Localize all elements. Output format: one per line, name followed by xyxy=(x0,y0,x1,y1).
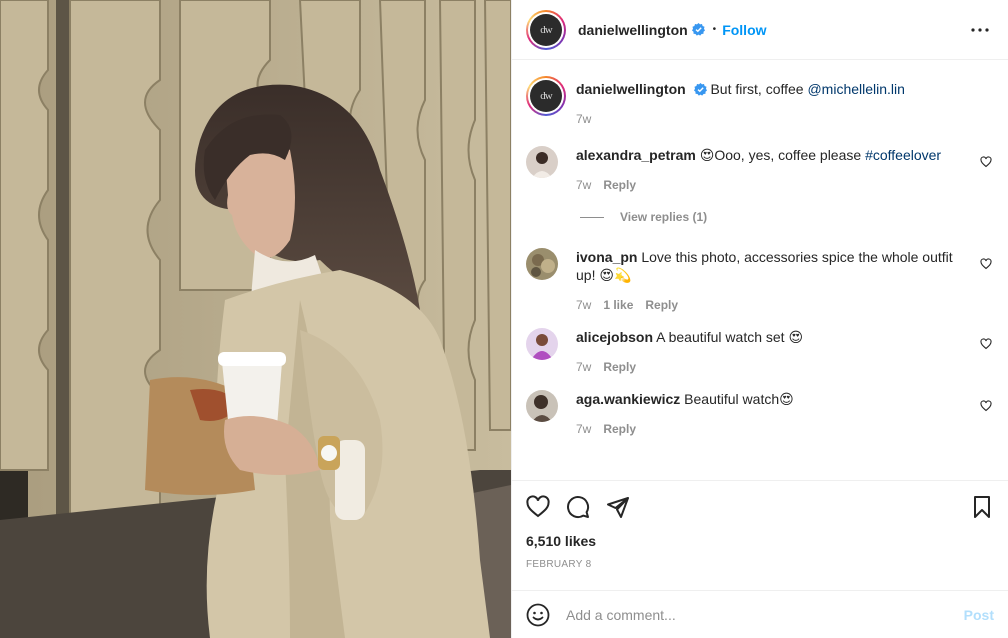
caption-timestamp: 7w xyxy=(576,112,592,126)
bookmark-icon[interactable] xyxy=(970,495,994,519)
commenter-avatar[interactable] xyxy=(526,328,558,360)
more-options-icon[interactable] xyxy=(968,18,992,42)
comment-timestamp: 7w xyxy=(576,178,592,192)
reply-button[interactable]: Reply xyxy=(603,422,636,436)
post-header: dw danielwellington • Follow xyxy=(512,0,1008,60)
comment-item: aga.wankiewicz Beautiful watch😍 7w Reply xyxy=(526,390,992,436)
post-actions: 6,510 likes FEBRUARY 8 xyxy=(512,480,1008,590)
photo-illustration xyxy=(0,0,511,638)
view-replies-label: View replies (1) xyxy=(620,210,708,224)
reply-button[interactable]: Reply xyxy=(603,360,636,374)
share-icon[interactable] xyxy=(606,495,630,519)
verified-badge-icon xyxy=(693,83,707,96)
reply-button[interactable]: Reply xyxy=(603,178,636,192)
comment-timestamp: 7w xyxy=(576,360,592,374)
commenter-avatar[interactable] xyxy=(526,146,558,178)
comment-username[interactable]: aga.wankiewicz xyxy=(576,391,680,407)
comment-username[interactable]: alicejobson xyxy=(576,329,653,345)
comment-text: 😍Ooo, yes, coffee please xyxy=(699,147,866,163)
comment-like-heart-icon[interactable] xyxy=(980,156,992,168)
follow-button[interactable]: Follow xyxy=(722,22,766,38)
emoji-icon[interactable] xyxy=(526,603,550,627)
separator-dot: • xyxy=(712,24,717,35)
author-username[interactable]: danielwellington xyxy=(578,22,688,38)
comment-item: alicejobson A beautiful watch set 😍 7w R… xyxy=(526,328,992,374)
caption-text: But first, coffee xyxy=(710,81,804,97)
comment-icon[interactable] xyxy=(566,495,590,519)
caption: dw danielwellington But first, coffee @m… xyxy=(526,76,992,126)
heart-icon[interactable] xyxy=(526,495,550,519)
commenter-avatar[interactable] xyxy=(526,390,558,422)
comment-like-heart-icon[interactable] xyxy=(980,338,992,350)
hashtag-link[interactable]: #coffeelover xyxy=(865,147,941,163)
comment-username[interactable]: alexandra_petram xyxy=(576,147,696,163)
post-details-panel: dw danielwellington • Follow dw danielwe… xyxy=(511,0,1008,638)
comment-text: A beautiful watch set 😍 xyxy=(656,329,804,345)
reply-button[interactable]: Reply xyxy=(645,298,678,312)
comment-input[interactable] xyxy=(566,606,964,623)
commenter-avatar[interactable] xyxy=(526,248,558,280)
comment-item: alexandra_petram 😍Ooo, yes, coffee pleas… xyxy=(526,146,992,192)
author-avatar[interactable]: dw xyxy=(526,9,566,50)
caption-username[interactable]: danielwellington xyxy=(576,81,686,97)
brand-logo: dw xyxy=(530,13,562,46)
comment-timestamp: 7w xyxy=(576,298,592,312)
comment-timestamp: 7w xyxy=(576,422,592,436)
post-comment-button[interactable]: Post xyxy=(964,607,994,623)
view-replies-button[interactable]: View replies (1) xyxy=(580,210,992,224)
comment-like-heart-icon[interactable] xyxy=(980,258,992,270)
verified-badge-icon xyxy=(691,23,705,36)
comment-like-count[interactable]: 1 like xyxy=(603,298,633,312)
post-modal: dw danielwellington • Follow dw danielwe… xyxy=(0,0,1008,638)
comment-text: Beautiful watch😍 xyxy=(684,391,794,407)
comment-username[interactable]: ivona_pn xyxy=(576,249,637,265)
caption-mention-link[interactable]: @michellelin.lin xyxy=(807,81,904,97)
add-comment-bar: Post xyxy=(512,590,1008,638)
comment-item: ivona_pn Love this photo, accessories sp… xyxy=(526,248,992,312)
brand-logo: dw xyxy=(530,80,562,112)
likes-count[interactable]: 6,510 likes xyxy=(526,533,994,549)
post-date: FEBRUARY 8 xyxy=(526,559,592,570)
action-icons-row xyxy=(526,493,994,521)
comments-list[interactable]: dw danielwellington But first, coffee @m… xyxy=(512,60,1008,480)
caption-avatar[interactable]: dw xyxy=(526,76,566,116)
replies-divider xyxy=(580,216,604,218)
post-photo xyxy=(0,0,511,638)
comment-like-heart-icon[interactable] xyxy=(980,400,992,412)
